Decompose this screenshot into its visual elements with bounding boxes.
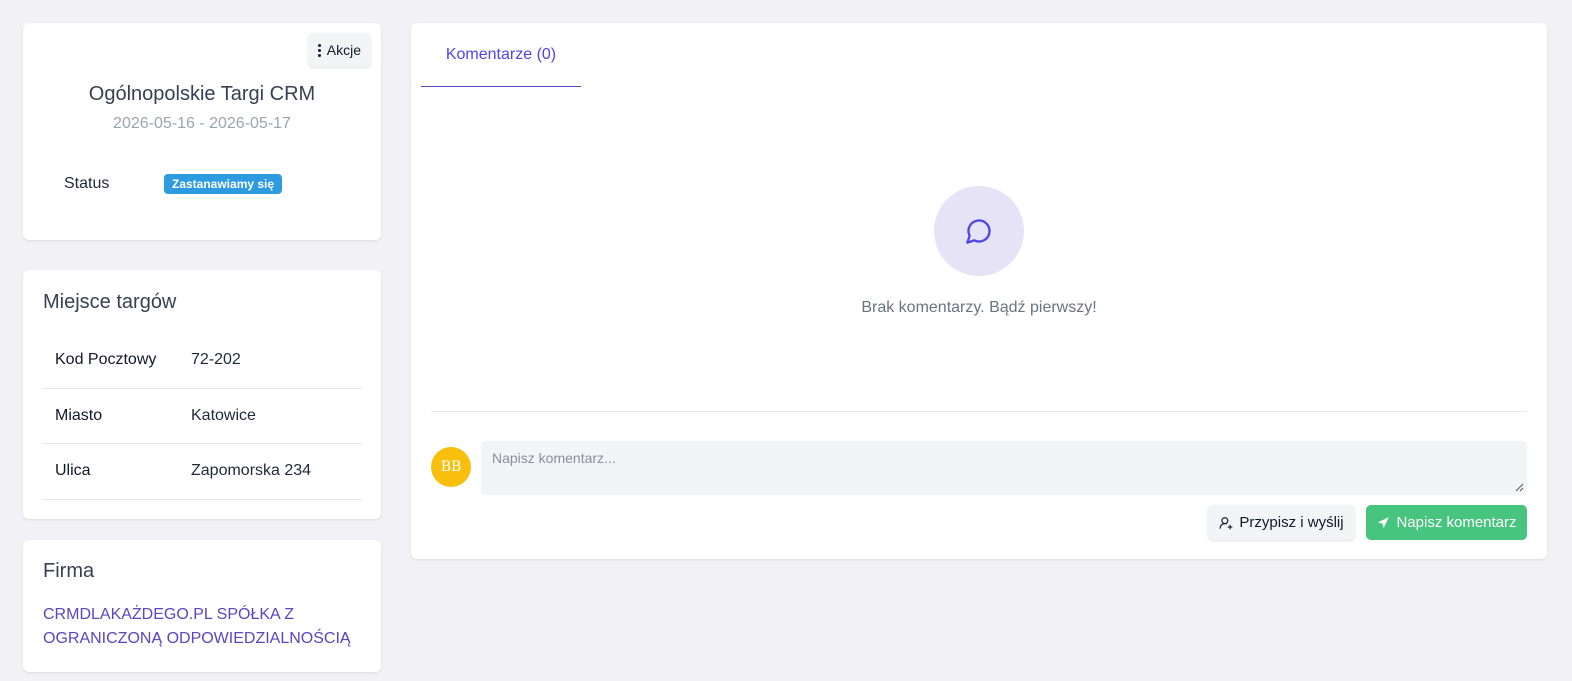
venue-row-city: Miasto Katowice: [43, 389, 362, 444]
venue-key: Miasto: [55, 406, 103, 424]
chat-bubble-icon: [966, 219, 991, 244]
kebab-icon: [317, 43, 321, 57]
comment-input[interactable]: [481, 441, 1527, 495]
comments-card: Komentarze (0) Brak komentarzy. Bądź pie…: [411, 23, 1547, 559]
venue-heading: Miejsce targów: [43, 291, 177, 313]
venue-table: Kod Pocztowy 72-202 Miasto Katowice Ulic…: [43, 333, 362, 500]
empty-state-icon-circle: [934, 186, 1024, 276]
status-label: Status: [64, 175, 110, 192]
status-badge: Zastanawiamy się: [164, 174, 283, 194]
actions-button[interactable]: Akcje: [307, 33, 371, 67]
avatar: BB: [431, 447, 471, 487]
venue-row-street: Ulica Zapomorska 234: [43, 444, 362, 500]
actions-button-label: Akcje: [326, 42, 361, 58]
company-card: Firma CRMDLAKAŻDEGO.PL SPÓŁKA Z OGRANICZ…: [23, 540, 381, 672]
write-comment-button[interactable]: Napisz komentarz: [1366, 505, 1527, 540]
event-card: Akcje Ogólnopolskie Targi CRM 2026-05-16…: [23, 23, 381, 240]
empty-state-text: Brak komentarzy. Bądź pierwszy!: [861, 299, 1097, 316]
assign-and-send-button[interactable]: Przypisz i wyślij: [1208, 505, 1355, 540]
resize-grip-icon[interactable]: [1514, 482, 1524, 492]
venue-key: Kod Pocztowy: [55, 351, 157, 369]
user-plus-icon: [1219, 516, 1233, 529]
write-comment-label: Napisz komentarz: [1396, 514, 1517, 531]
divider: [431, 411, 1527, 412]
venue-row-postal-code: Kod Pocztowy 72-202: [43, 333, 362, 389]
venue-value: Zapomorska 234: [191, 462, 312, 480]
venue-value: Katowice: [191, 406, 256, 424]
event-title: Ogólnopolskie Targi CRM: [88, 83, 316, 105]
venue-key: Ulica: [55, 462, 91, 480]
send-icon: [1378, 516, 1390, 528]
event-dates: 2026-05-16 - 2026-05-17: [113, 115, 291, 132]
tab-comments[interactable]: Komentarze (0): [421, 23, 581, 87]
venue-card: Miejsce targów Kod Pocztowy 72-202 Miast…: [23, 270, 381, 519]
assign-and-send-label: Przypisz i wyślij: [1239, 514, 1344, 531]
venue-value: 72-202: [191, 351, 241, 369]
company-link[interactable]: CRMDLAKAŻDEGO.PL SPÓŁKA Z OGRANICZONĄ OD…: [43, 603, 373, 651]
company-heading: Firma: [43, 560, 95, 582]
